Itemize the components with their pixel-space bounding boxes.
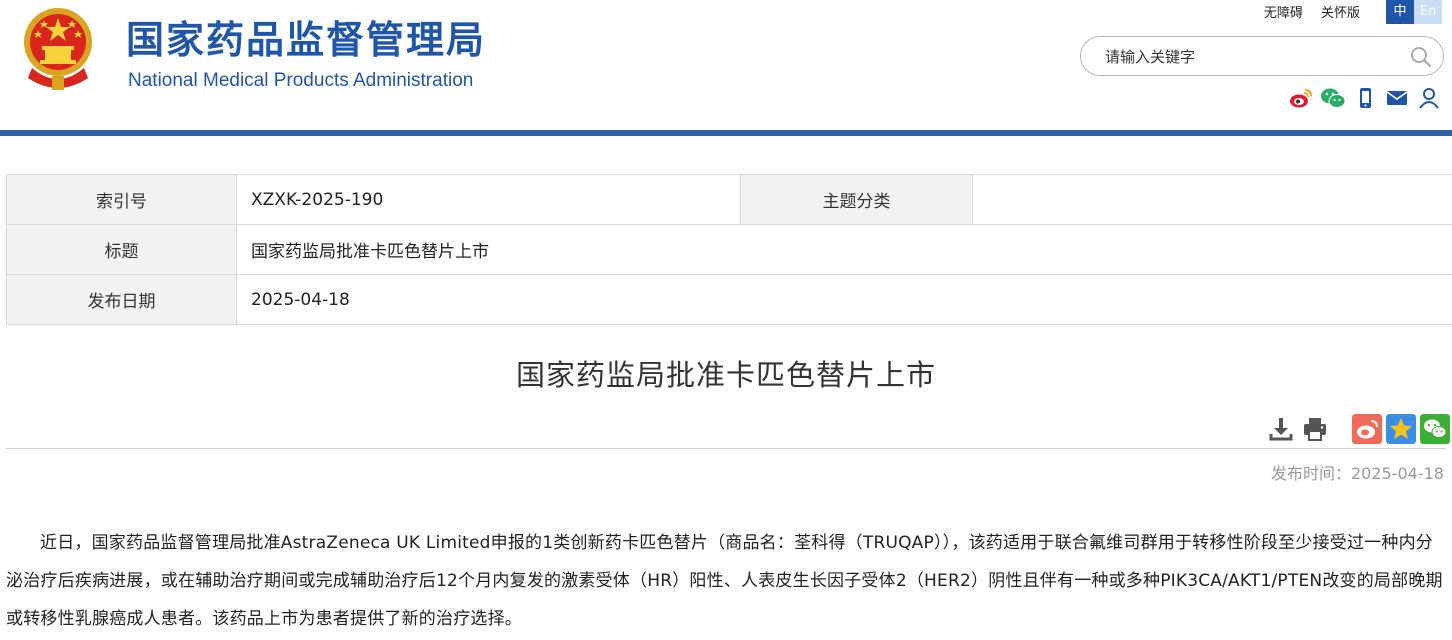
lang-en-button[interactable]: En [1414, 0, 1442, 24]
table-row: 标题 国家药监局批准卡匹色替片上市 [6, 224, 1452, 275]
search-icon[interactable] [1409, 45, 1433, 69]
index-value: XZXK-2025-190 [236, 174, 741, 225]
table-row: 发布日期 2025-04-18 [6, 274, 1452, 325]
mobile-icon[interactable] [1352, 86, 1378, 110]
weibo-icon[interactable] [1288, 86, 1314, 110]
lang-zh-button[interactable]: 中 [1386, 0, 1414, 24]
date-label: 发布日期 [6, 274, 237, 325]
site-subtitle[interactable]: National Medical Products Administration [128, 70, 473, 92]
table-row: 索引号 XZXK-2025-190 主题分类 [6, 174, 1452, 225]
favorite-star-icon[interactable] [1386, 414, 1416, 444]
category-label: 主题分类 [740, 174, 973, 225]
weibo-share-icon[interactable] [1352, 414, 1382, 444]
title-value: 国家药监局批准卡匹色替片上市 [236, 224, 1452, 275]
national-emblem-icon [24, 8, 92, 90]
care-mode-link[interactable]: 关怀版 [1321, 6, 1360, 21]
wechat-share-icon[interactable] [1420, 414, 1450, 444]
article-divider [6, 448, 1446, 449]
mail-icon[interactable] [1384, 86, 1410, 110]
accessibility-link[interactable]: 无障碍 [1264, 6, 1303, 21]
search-input[interactable] [1103, 45, 1397, 69]
print-icon[interactable] [1300, 414, 1330, 444]
wechat-icon[interactable] [1320, 86, 1346, 110]
search-box [1080, 36, 1444, 76]
title-label: 标题 [6, 224, 237, 275]
language-switch: 中 En [1386, 0, 1442, 24]
article-toolbar [1266, 414, 1450, 444]
site-header: 国家药品监督管理局 National Medical Products Admi… [0, 0, 1452, 132]
date-value: 2025-04-18 [236, 274, 1452, 325]
article-body: 近日，国家药品监督管理局批准AstraZeneca UK Limited申报的1… [6, 533, 1443, 629]
top-links: 无障碍 关怀版 [1250, 2, 1360, 21]
category-value [972, 174, 1452, 225]
header-divider [0, 130, 1452, 136]
download-icon[interactable] [1266, 414, 1296, 444]
site-title[interactable]: 国家药品监督管理局 [126, 16, 486, 64]
index-label: 索引号 [6, 174, 237, 225]
publish-time: 发布时间：2025-04-18 [1271, 464, 1444, 483]
article-metadata-table: 索引号 XZXK-2025-190 主题分类 标题 国家药监局批准卡匹色替片上市… [6, 174, 1452, 325]
article-title: 国家药监局批准卡匹色替片上市 [515, 358, 936, 392]
user-icon[interactable] [1416, 86, 1442, 110]
social-links [1288, 86, 1442, 110]
